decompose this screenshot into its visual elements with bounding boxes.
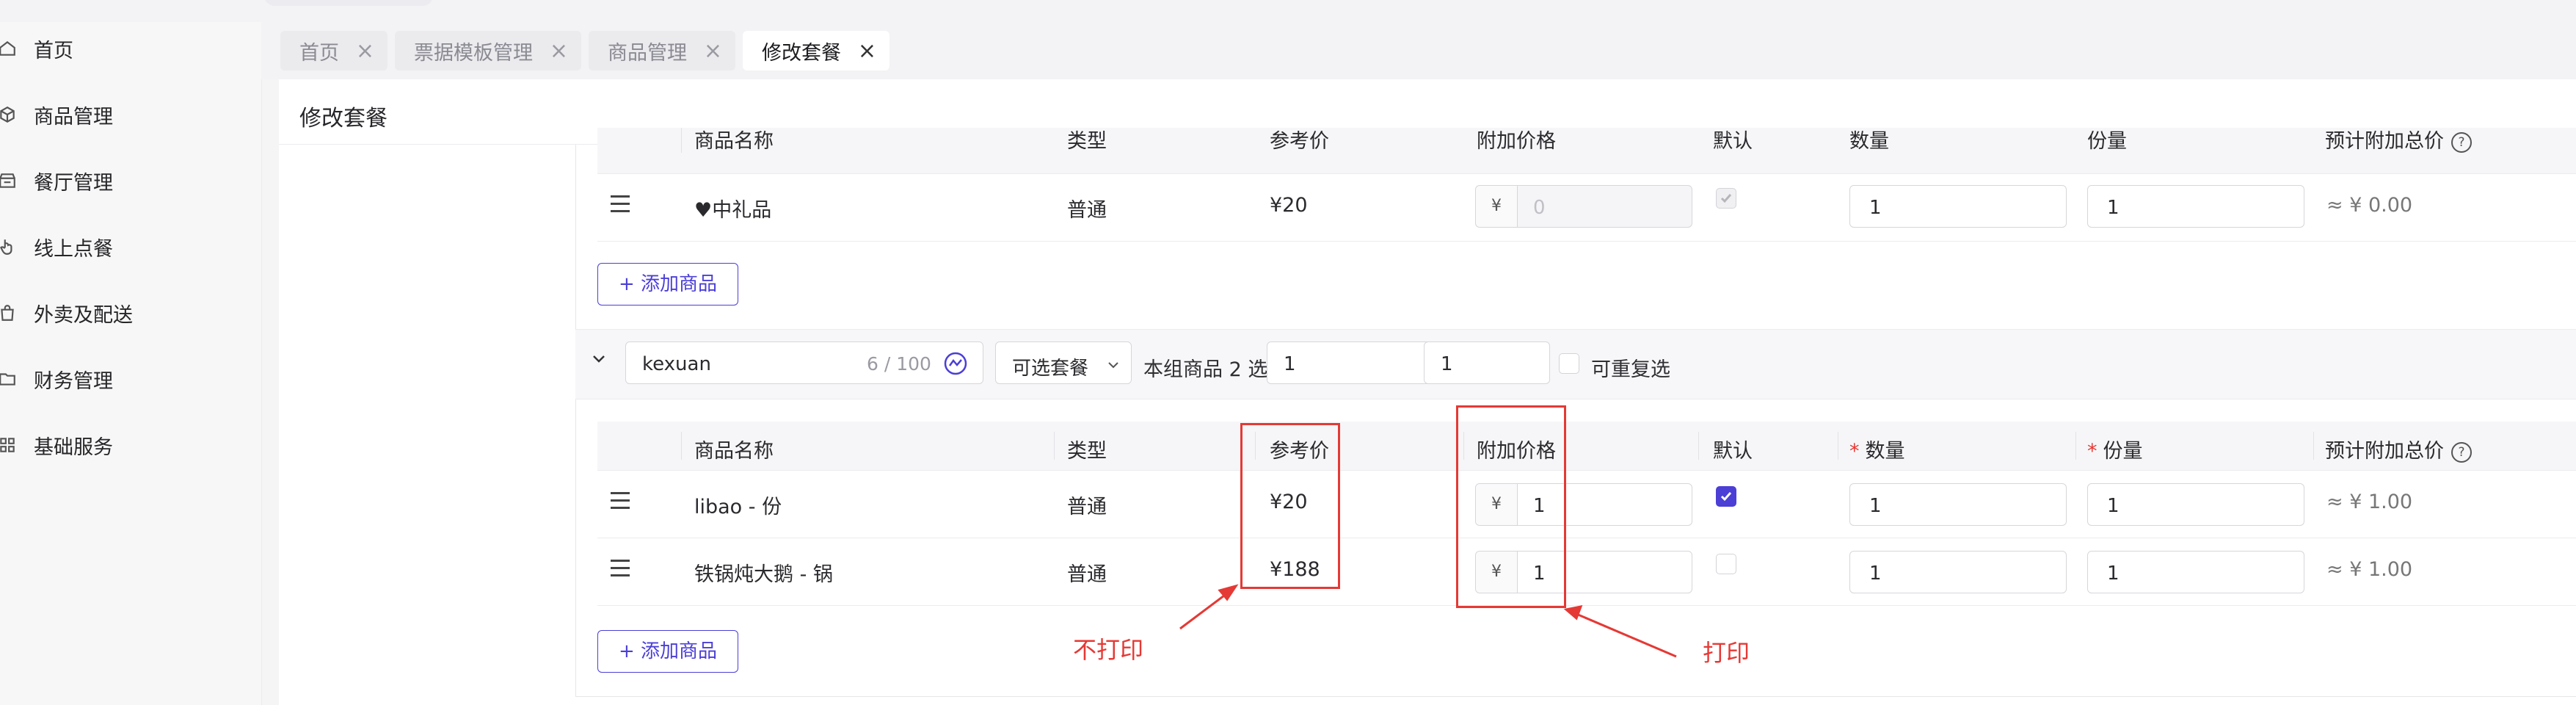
col-sep [1054, 432, 1055, 460]
rule-label: 本组商品 2 选 [1143, 358, 1268, 381]
col-sep [681, 432, 682, 460]
sync-icon[interactable] [943, 351, 968, 376]
product-type: 普通 [1067, 563, 1107, 586]
currency-prefix: ¥ [1476, 186, 1518, 227]
header-est-total: 预计附加总价? [2325, 435, 2472, 463]
table-row: ♥中礼品 普通 ¥20 ¥ 0 1 1 ≈ ¥ 0.00 [597, 173, 2576, 242]
col-sep [2075, 432, 2076, 460]
portion-input[interactable]: 1 [2087, 551, 2304, 593]
product-type: 普通 [1067, 496, 1107, 518]
header-extra-price: 附加价格 [1477, 130, 1556, 153]
product-name: 铁锅炖大鹅 - 锅 [694, 563, 833, 586]
annotation-box-ref-price [1240, 423, 1340, 589]
chevron-down-icon[interactable] [590, 350, 608, 368]
header-qty: 数量 [1849, 130, 1889, 153]
header-default: 默认 [1713, 440, 1753, 463]
header-default: 默认 [1713, 130, 1753, 153]
est-total: ≈ ¥ 1.00 [2326, 491, 2413, 513]
portion-input[interactable]: 1 [2087, 483, 2304, 526]
header-name: 商品名称 [694, 440, 774, 463]
portion-input[interactable]: 1 [2087, 185, 2304, 228]
qty-input[interactable]: 1 [1849, 483, 2067, 526]
header-type: 类型 [1067, 130, 1107, 153]
max-select-input[interactable]: 1 [1424, 341, 1550, 384]
qty-input[interactable]: 1 [1849, 185, 2067, 228]
col-sep [1698, 432, 1699, 460]
default-checkbox[interactable] [1716, 486, 1736, 507]
default-checkbox[interactable] [1716, 188, 1736, 209]
drag-handle-icon[interactable] [611, 195, 630, 212]
ref-price: ¥20 [1270, 194, 1308, 217]
header-ref-price: 参考价 [1270, 130, 1329, 153]
char-count: 6 / 100 [867, 353, 931, 375]
group1-table-header: 商品名称 类型 参考价 附加价格 默认 数量 份量 预计附加总价? [597, 128, 2576, 174]
product-name: libao - 份 [694, 496, 782, 518]
col-sep [681, 128, 682, 153]
content: 商品名称 类型 参考价 附加价格 默认 数量 份量 预计附加总价? ♥中礼品 普… [0, 0, 2576, 705]
repeat-checkbox[interactable] [1559, 353, 1579, 374]
add-product-button[interactable]: + 添加商品 [597, 630, 738, 673]
group-type-select[interactable]: 可选套餐 [995, 341, 1132, 384]
header-qty: * 数量 [1849, 440, 1905, 463]
header-portion: 份量 [2087, 130, 2127, 153]
est-total: ≈ ¥ 0.00 [2326, 194, 2413, 217]
qty-input[interactable]: 1 [1849, 551, 2067, 593]
header-est-total: 预计附加总价? [2325, 128, 2472, 153]
header-name: 商品名称 [694, 130, 774, 153]
table-row: 铁锅炖大鹅 - 锅 普通 ¥188 ¥ 1 1 1 ≈ ¥ 1.00 [597, 538, 2576, 606]
default-checkbox[interactable] [1716, 554, 1736, 574]
help-icon[interactable]: ? [2451, 132, 2472, 153]
group-name-input[interactable]: kexuan 6 / 100 [625, 341, 983, 384]
extra-price-input[interactable]: ¥ 0 [1475, 185, 1692, 228]
header-portion: * 份量 [2087, 440, 2143, 463]
annotation-box-extra-price [1456, 405, 1566, 608]
help-icon[interactable]: ? [2451, 442, 2472, 463]
drag-handle-icon[interactable] [611, 492, 630, 509]
group2-table-header: 商品名称 类型 参考价 附加价格 默认 * 数量 * 份量 预计附加总价? [597, 422, 2576, 471]
required-mark: * [1849, 440, 1860, 463]
drag-handle-icon[interactable] [611, 560, 630, 576]
product-name: ♥中礼品 [694, 199, 772, 222]
min-select-input[interactable]: 1 [1267, 341, 1436, 384]
chevron-down-icon [1106, 355, 1121, 370]
header-type: 类型 [1067, 440, 1107, 463]
col-sep [2313, 432, 2314, 460]
required-mark: * [2087, 440, 2097, 463]
add-product-button[interactable]: + 添加商品 [597, 263, 738, 306]
repeat-label: 可重复选 [1591, 358, 1670, 381]
est-total: ≈ ¥ 1.00 [2326, 558, 2413, 581]
annotation-print: 打印 [1703, 639, 1750, 667]
table-row: libao - 份 普通 ¥20 ¥ 1 1 1 ≈ ¥ 1.00 [597, 470, 2576, 538]
product-type: 普通 [1067, 199, 1107, 222]
group2-header: kexuan 6 / 100 可选套餐 本组商品 2 选 1 ~ 1 可重复选 [575, 329, 2576, 400]
annotation-no-print: 不打印 [1073, 636, 1144, 664]
